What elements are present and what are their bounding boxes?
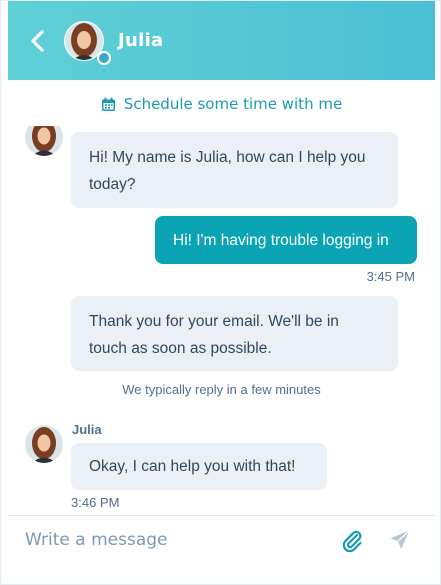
message-input[interactable] [25,525,325,555]
online-status-dot [97,51,111,65]
agent-name: Julia [118,30,164,51]
message-timestamp: 3:46 PM [71,495,120,510]
paperclip-icon [342,530,362,553]
message-avatar [25,126,63,156]
agent-message-bubble: Hi! My name is Julia, how can I help you… [71,132,398,208]
agent-message-bubble: Okay, I can help you with that! [71,443,327,490]
paper-plane-icon [390,530,410,549]
chat-header: Julia [8,1,435,80]
calendar-icon [101,97,115,111]
schedule-meeting-link[interactable]: Schedule some time with me [1,95,440,113]
composer-divider [8,515,435,516]
chat-window: Julia Schedule some time with me Hi! My … [0,0,441,585]
attach-file-button[interactable] [341,529,363,553]
message-avatar [25,425,63,463]
agent-message-bubble: Thank you for your email. We'll be in to… [71,296,398,371]
back-button[interactable] [28,27,50,55]
send-button[interactable] [389,529,411,551]
message-timestamp: 3:45 PM [366,269,415,284]
message-sender-name: Julia [72,422,102,437]
chevron-left-icon [31,30,44,52]
schedule-label: Schedule some time with me [123,95,343,113]
reply-time-note: We typically reply in a few minutes [122,382,321,397]
user-message-bubble: Hi! I'm having trouble logging in [155,216,417,264]
